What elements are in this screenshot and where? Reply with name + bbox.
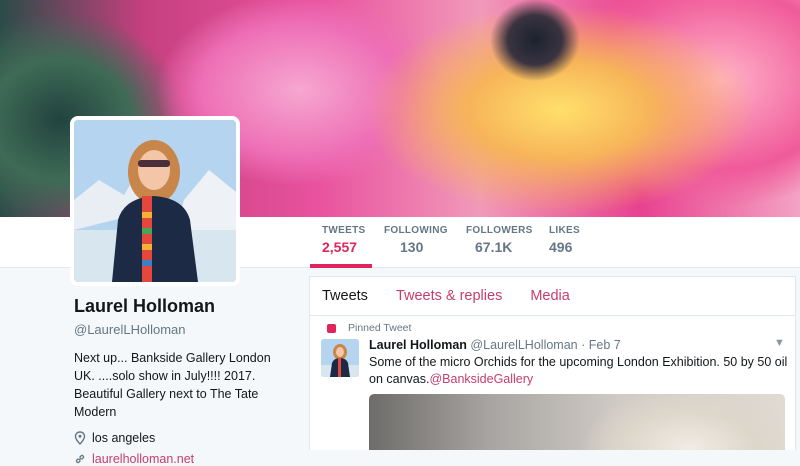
pinned-tweet-label: Pinned Tweet <box>327 322 412 334</box>
location-text: los angeles <box>92 431 156 445</box>
tweets-stat-value: 2,557 <box>322 239 358 255</box>
tweet-separator: · <box>581 338 586 352</box>
likes-stat-value: 496 <box>549 239 573 255</box>
timeline-panel: Tweets Tweets & replies Media Pinned Twe… <box>309 276 796 450</box>
profile-website: laurelholloman.net <box>74 452 294 466</box>
following-stat[interactable]: FOLLOWING 130 <box>384 225 448 255</box>
tweet-media-image[interactable] <box>369 394 785 450</box>
link-icon <box>75 454 85 464</box>
following-stat-value: 130 <box>400 239 424 255</box>
tweet-header: Laurel Holloman @LaurelLHolloman · Feb 7 <box>369 338 621 352</box>
profile-location: los angeles <box>74 431 294 445</box>
followers-stat-label: FOLLOWERS <box>466 225 533 236</box>
pin-icon <box>327 323 336 333</box>
profile-bio: Next up... Bankside Gallery London UK. .… <box>74 351 271 419</box>
tweet-options-chevron-icon[interactable]: ▼ <box>774 337 785 349</box>
tweets-stat[interactable]: TWEETS 2,557 <box>322 225 365 255</box>
following-stat-label: FOLLOWING <box>384 225 448 236</box>
tweets-stat-label: TWEETS <box>322 225 366 236</box>
tab-media[interactable]: Media <box>530 288 570 304</box>
location-pin-icon <box>74 431 86 445</box>
profile-card: Laurel Holloman @LaurelLHolloman Next up… <box>74 296 294 466</box>
tweet-body: Some of the micro Orchids for the upcomi… <box>369 354 789 388</box>
tweet-author-avatar[interactable] <box>321 339 359 377</box>
pinned-label-text: Pinned Tweet <box>348 322 412 334</box>
profile-avatar[interactable] <box>70 116 240 286</box>
timeline-tabs: Tweets Tweets & replies Media <box>310 277 795 316</box>
website-link[interactable]: laurelholloman.net <box>92 452 194 466</box>
followers-stat-value: 67.1K <box>475 239 513 255</box>
likes-stat-label: LIKES <box>549 225 580 236</box>
tab-tweets-and-replies[interactable]: Tweets & replies <box>396 288 502 304</box>
tweet-author-name[interactable]: Laurel Holloman <box>369 338 467 352</box>
likes-stat[interactable]: LIKES 496 <box>549 225 580 255</box>
profile-handle: @LaurelLHolloman <box>74 322 186 337</box>
tweet-date[interactable]: Feb 7 <box>589 338 621 352</box>
followers-stat[interactable]: FOLLOWERS 67.1K <box>466 225 533 255</box>
profile-name[interactable]: Laurel Holloman <box>74 296 294 317</box>
tweet-avatar-photo <box>321 339 359 377</box>
active-stat-indicator <box>310 264 372 268</box>
tweet-mention-link[interactable]: @BanksideGallery <box>429 372 533 386</box>
avatar-photo <box>74 120 236 282</box>
tweet-author-handle[interactable]: @LaurelLHolloman <box>470 338 577 352</box>
tab-tweets[interactable]: Tweets <box>322 288 368 304</box>
